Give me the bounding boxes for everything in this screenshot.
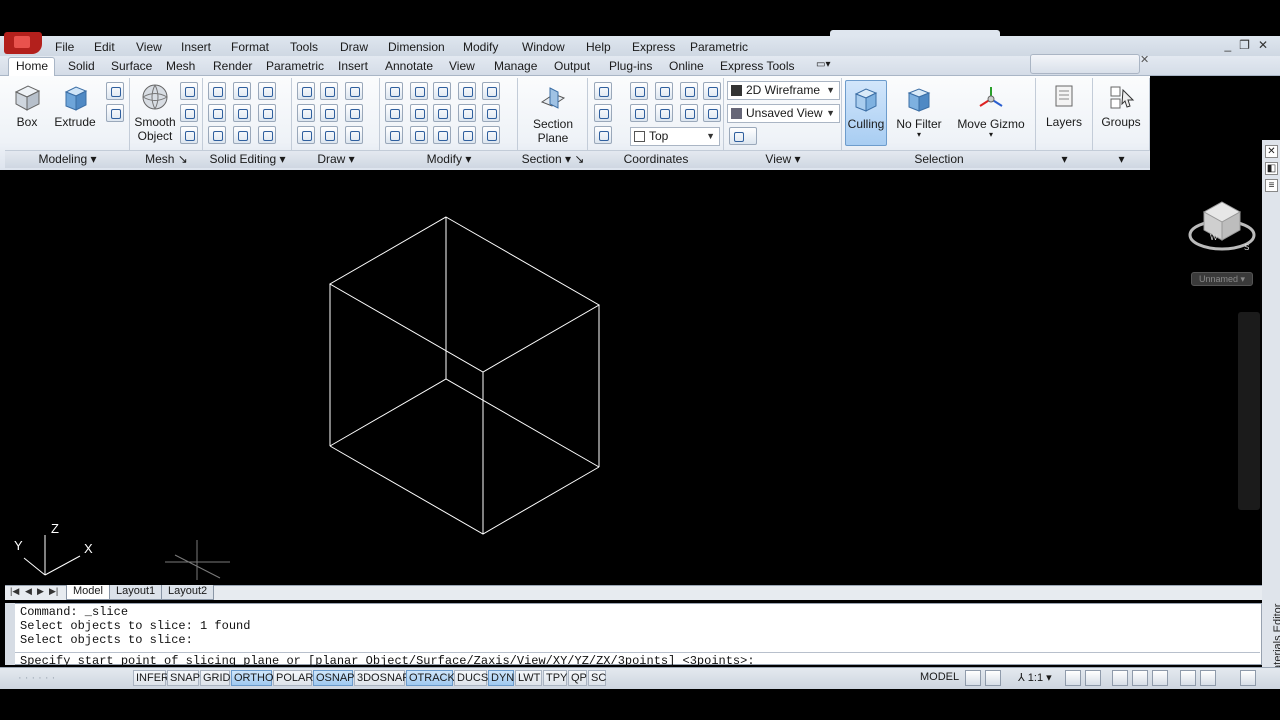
toggle-dyn[interactable]: DYN [488, 670, 514, 686]
grip-crosshair [165, 540, 230, 580]
toggle-sc[interactable]: SC [588, 670, 606, 686]
command-input-line[interactable]: Specify start point of slicing plane or … [20, 654, 755, 668]
toggle-osnap[interactable]: OSNAP [313, 670, 355, 686]
isolate-objects-icon[interactable] [1180, 670, 1196, 686]
close-icon[interactable]: ✕ [1265, 145, 1278, 158]
toggle-3dosnap[interactable]: 3DOSNAP [354, 670, 410, 686]
navigation-bar[interactable] [1238, 312, 1260, 510]
ucs-menu[interactable]: Unnamed ▾ [1191, 272, 1253, 286]
clean-screen-icon[interactable] [1240, 670, 1256, 686]
workspace-switch-icon[interactable] [1112, 670, 1128, 686]
lock-icon[interactable] [1132, 670, 1148, 686]
next-tab-icon[interactable]: ▶ [37, 586, 44, 597]
model-space-button[interactable]: MODEL [920, 670, 959, 684]
viewcube[interactable] [1188, 201, 1256, 251]
command-separator [15, 652, 1260, 653]
toggle-tpy[interactable]: TPY [543, 670, 567, 686]
drawing-canvas [23, 201, 1256, 580]
toggle-snap[interactable]: SNAP [167, 670, 200, 686]
annotation-scale-value: 1:1 [1027, 672, 1044, 684]
tab-layout2[interactable]: Layout2 [161, 585, 215, 600]
command-history-line: Select objects to slice: [20, 633, 193, 647]
last-tab-icon[interactable]: ▶| [49, 586, 58, 597]
wireframe-cube[interactable] [328, 216, 601, 535]
lightbulb-icon[interactable] [1200, 670, 1216, 686]
autohide-icon[interactable]: ◧ [1265, 162, 1278, 175]
ucs-y-label: Y [14, 538, 23, 553]
ucs-x-label: X [84, 541, 93, 556]
first-tab-icon[interactable]: |◀ [10, 586, 19, 597]
toggle-polar[interactable]: POLAR [273, 670, 313, 686]
command-history-line: Select objects to slice: 1 found [20, 619, 251, 633]
compass-w: W [1210, 233, 1218, 242]
command-history-line: Command: _slice [20, 605, 129, 619]
toggle-grid[interactable]: GRID [200, 670, 231, 686]
toggle-infer[interactable]: INFER [133, 670, 169, 686]
tab-model[interactable]: Model [66, 585, 110, 600]
toggle-lwt[interactable]: LWT [515, 670, 542, 686]
hardware-acceleration-icon[interactable] [1152, 670, 1168, 686]
auto-scale-icon[interactable] [1085, 670, 1101, 686]
command-window-grip[interactable] [5, 603, 15, 665]
toggle-ortho[interactable]: ORTHO [231, 670, 274, 686]
toggle-qp[interactable]: QP [568, 670, 587, 686]
ucs-menu-label: Unnamed [1198, 274, 1238, 284]
tab-layout1[interactable]: Layout1 [109, 585, 163, 600]
toggle-ducs[interactable]: DUCS [454, 670, 488, 686]
coordinate-readout[interactable]: · · · · · · [18, 672, 55, 684]
prev-tab-icon[interactable]: ◀ [25, 586, 32, 597]
taskbar-area [0, 689, 1280, 720]
quick-view-drawings-icon[interactable] [985, 670, 1001, 686]
toggle-otrack[interactable]: OTRACK [406, 670, 455, 686]
compass-s: S [1244, 243, 1250, 252]
annotation-visibility-icon[interactable] [1065, 670, 1081, 686]
ucs-icon [23, 535, 81, 576]
ucs-z-label: Z [51, 521, 59, 536]
properties-icon[interactable]: ≡ [1265, 179, 1278, 192]
annotation-scale[interactable]: ⅄ 1:1 ▾ [1018, 671, 1052, 684]
quick-view-layouts-icon[interactable] [965, 670, 981, 686]
